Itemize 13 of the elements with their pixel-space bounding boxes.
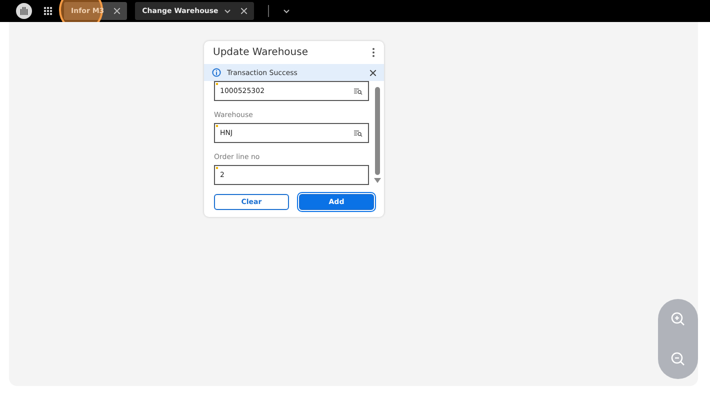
scroll-down-icon[interactable] <box>374 178 381 183</box>
search-list-icon[interactable] <box>354 88 363 94</box>
app-grid-icon[interactable] <box>44 7 52 15</box>
close-icon[interactable] <box>114 8 120 14</box>
info-icon <box>212 68 221 77</box>
search-list-icon[interactable] <box>354 130 363 136</box>
caret-icon[interactable] <box>224 8 232 14</box>
more-icon[interactable] <box>372 48 375 57</box>
caret-icon[interactable] <box>283 8 290 14</box>
logo-icon[interactable] <box>16 3 32 19</box>
dialog-title: Update Warehouse <box>213 47 308 58</box>
close-icon[interactable] <box>370 70 376 76</box>
close-icon[interactable] <box>241 8 248 14</box>
